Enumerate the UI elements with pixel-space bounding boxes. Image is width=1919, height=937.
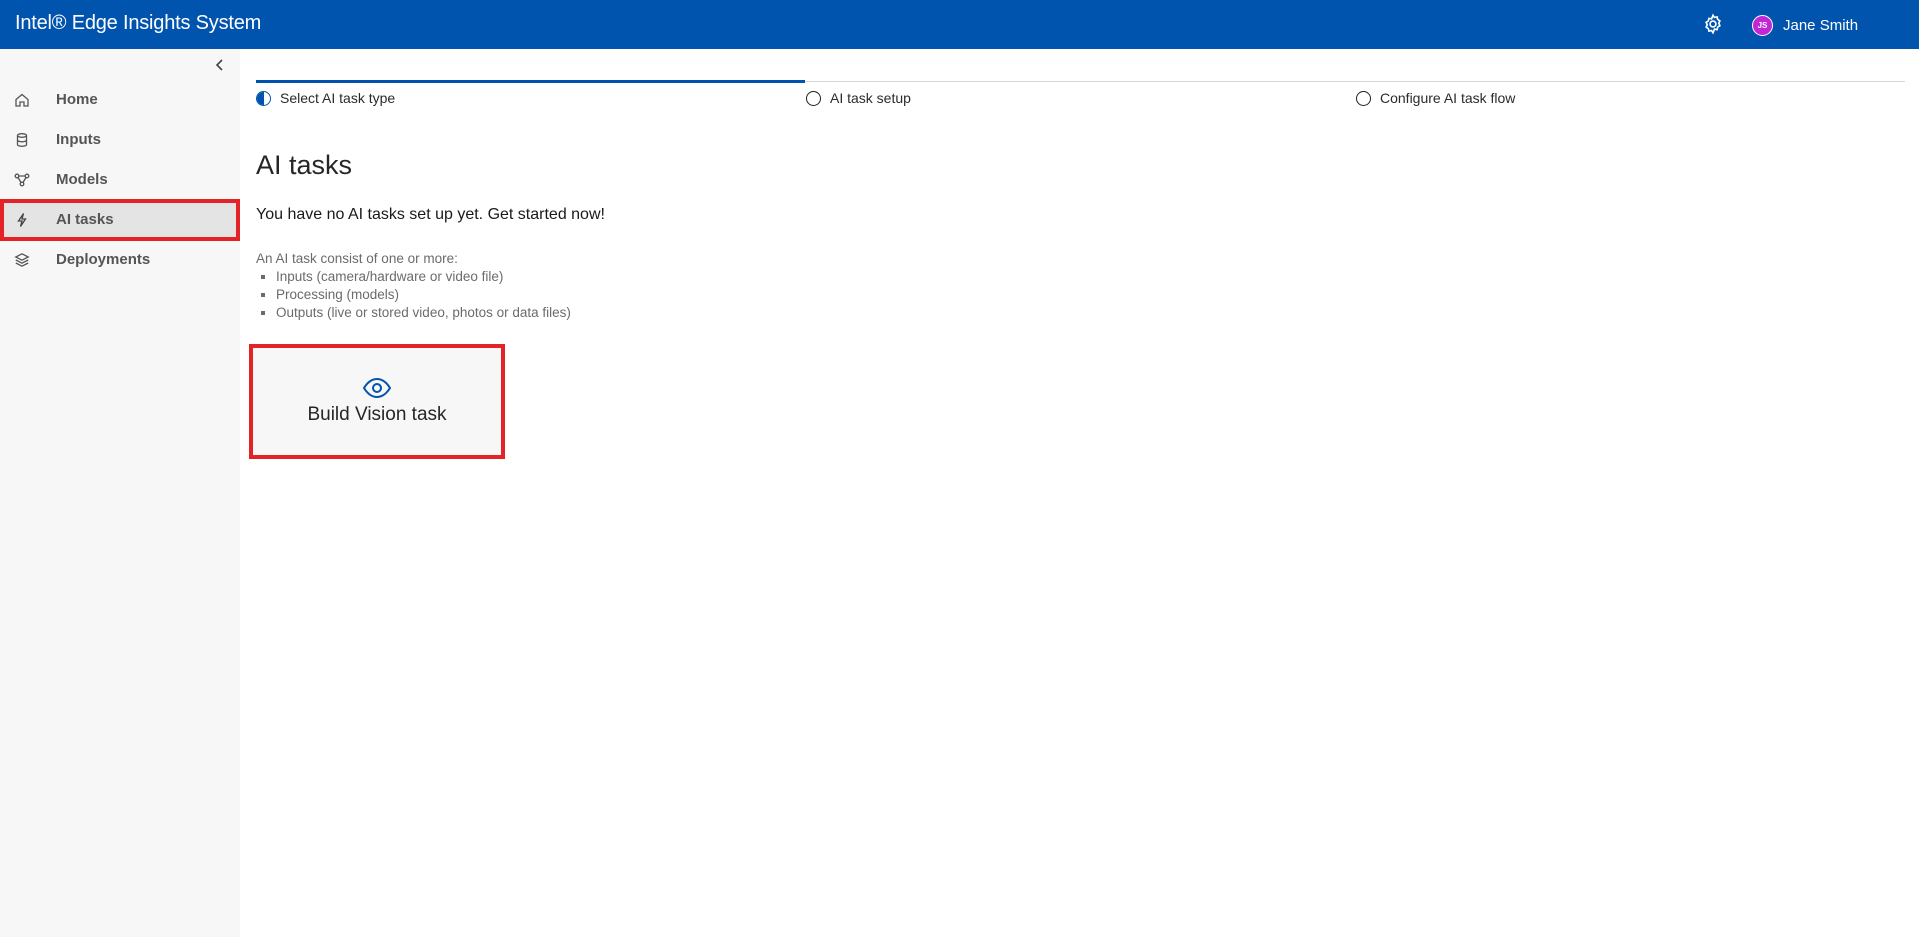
empty-state-message: You have no AI tasks set up yet. Get sta… — [256, 206, 605, 223]
half-circle-icon — [256, 90, 271, 106]
stepper: Select AI task type AI task setup Config… — [256, 80, 1905, 110]
step-select-ai-task-type[interactable]: Select AI task type — [256, 90, 395, 106]
chevron-left-icon[interactable] — [210, 55, 230, 75]
network-icon — [14, 172, 30, 188]
circle-icon — [806, 90, 821, 106]
sidebar-item-home[interactable]: Home — [0, 80, 240, 120]
info-block: An AI task consist of one or more: Input… — [256, 250, 571, 322]
gear-icon[interactable] — [1702, 13, 1724, 35]
sidebar-item-deployments[interactable]: Deployments — [0, 240, 240, 280]
step-ai-task-setup[interactable]: AI task setup — [806, 90, 911, 106]
sidebar-item-label: Deployments — [56, 251, 151, 268]
build-vision-task-button[interactable]: Build Vision task — [249, 344, 505, 459]
step-label: Select AI task type — [280, 90, 396, 106]
info-intro: An AI task consist of one or more: — [256, 251, 458, 266]
user-name: Jane Smith — [1783, 16, 1859, 34]
sidebar-item-label: Inputs — [56, 131, 101, 148]
page-title: AI tasks — [256, 150, 353, 180]
home-icon — [14, 92, 30, 108]
user-menu[interactable]: JS Jane Smith — [1752, 13, 1858, 37]
circle-icon — [1356, 90, 1371, 106]
database-icon — [14, 132, 30, 148]
lightning-icon — [14, 212, 30, 228]
top-header: Intel® Edge Insights System JS Jane Smit… — [0, 0, 1919, 49]
step-configure-ai-task-flow[interactable]: Configure AI task flow — [1356, 90, 1515, 106]
sidebar-item-label: Home — [56, 91, 98, 108]
eye-icon — [362, 377, 392, 399]
sidebar-item-models[interactable]: Models — [0, 160, 240, 200]
sidebar-item-label: AI tasks — [56, 211, 114, 228]
build-card-label: Build Vision task — [307, 404, 447, 425]
sidebar-item-ai-tasks[interactable]: AI tasks — [0, 199, 240, 241]
sidebar-item-label: Models — [56, 171, 108, 188]
list-item: Outputs (live or stored video, photos or… — [276, 304, 571, 322]
layers-icon — [14, 252, 30, 268]
info-list: Inputs (camera/hardware or video file) P… — [256, 268, 571, 322]
app-title: Intel® Edge Insights System — [15, 12, 262, 34]
avatar: JS — [1752, 14, 1773, 36]
step-label: Configure AI task flow — [1380, 90, 1516, 106]
sidebar-item-inputs[interactable]: Inputs — [0, 120, 240, 160]
step-label: AI task setup — [830, 90, 911, 106]
list-item: Processing (models) — [276, 286, 571, 304]
list-item: Inputs (camera/hardware or video file) — [276, 268, 571, 286]
sidebar: Home Inputs Models AI tasks Deployments — [0, 49, 240, 937]
stepper-progress — [256, 80, 805, 83]
